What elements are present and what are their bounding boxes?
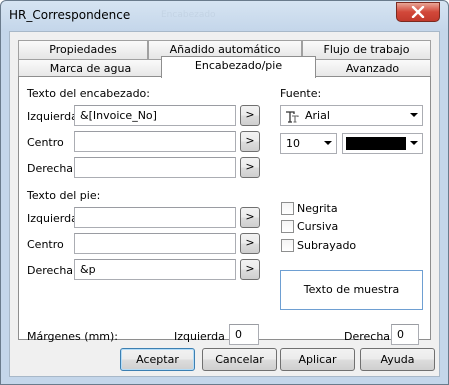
footer-center-label: Centro [27,238,64,251]
footer-left-label: Izquierda [27,212,78,225]
footer-right-input[interactable]: &p [74,259,236,280]
italic-checkbox-label: Cursiva [297,220,339,233]
header-left-input[interactable]: &[Invoice_No] [74,105,236,126]
font-color-select[interactable] [342,133,423,154]
cancel-button[interactable]: Cancelar [202,348,277,371]
margin-left-label: Izquierda [174,330,225,343]
header-center-insert-button[interactable]: > [240,131,260,152]
header-right-label: Derecha [27,162,74,175]
footer-center-input[interactable] [74,233,236,254]
ok-button[interactable]: Aceptar [120,348,195,371]
tab-flujo-de-trabajo[interactable]: Flujo de trabajo [302,40,431,60]
help-button[interactable]: Ayuda [360,348,435,371]
chevron-down-icon [410,113,418,117]
margin-right-label: Derecha [344,330,391,343]
font-name-select[interactable]: Arial [280,105,423,126]
footer-center-insert-button[interactable]: > [240,233,260,254]
color-swatch [346,137,406,150]
apply-button[interactable]: Aplicar [280,348,355,371]
italic-checkbox[interactable] [281,220,294,233]
font-name-value: Arial [305,109,330,122]
footer-section-label: Texto del pie: [27,189,101,202]
footer-left-input[interactable] [74,207,236,228]
header-section-label: Texto del encabezado: [27,87,150,100]
bold-checkbox-label: Negrita [297,202,338,215]
dialog-body: Propiedades Añadido automático Flujo de … [9,31,440,377]
window-title-ghost: Encabezado [161,10,216,20]
font-size-value: 10 [286,137,300,150]
window-title: HR_Correspondence [9,8,131,22]
chevron-down-icon [410,141,418,145]
header-center-label: Centro [27,136,64,149]
footer-right-insert-button[interactable]: > [240,259,260,280]
font-size-select[interactable]: 10 [280,133,337,154]
chevron-down-icon [324,141,332,145]
font-label: Fuente: [280,87,322,100]
header-left-label: Izquierda [27,110,78,123]
title-bar[interactable]: HR_Correspondence Encabezado [1,1,448,31]
margin-left-input[interactable]: 0 [229,324,259,345]
margin-right-input[interactable]: 0 [391,324,419,345]
header-left-insert-button[interactable]: > [240,105,260,126]
font-sample-preview: Texto de muestra [280,270,423,310]
footer-right-label: Derecha [27,264,74,277]
header-right-input[interactable] [74,157,236,178]
margins-label: Márgenes (mm): [27,330,118,343]
dialog-window: HR_Correspondence Encabezado Propiedades… [0,0,449,385]
tab-panel-encabezado-pie: Texto del encabezado: Izquierda &[Invoic… [18,76,431,345]
footer-left-insert-button[interactable]: > [240,207,260,228]
header-right-insert-button[interactable]: > [240,157,260,178]
bold-checkbox[interactable] [281,202,294,215]
underline-checkbox-label: Subrayado [297,239,357,252]
close-button[interactable] [396,2,440,22]
tab-encabezado-pie[interactable]: Encabezado/pie [161,56,316,78]
tab-propiedades[interactable]: Propiedades [18,40,148,60]
underline-checkbox[interactable] [281,239,294,252]
truetype-font-icon [285,110,299,129]
header-center-input[interactable] [74,131,236,152]
close-icon [411,6,425,18]
